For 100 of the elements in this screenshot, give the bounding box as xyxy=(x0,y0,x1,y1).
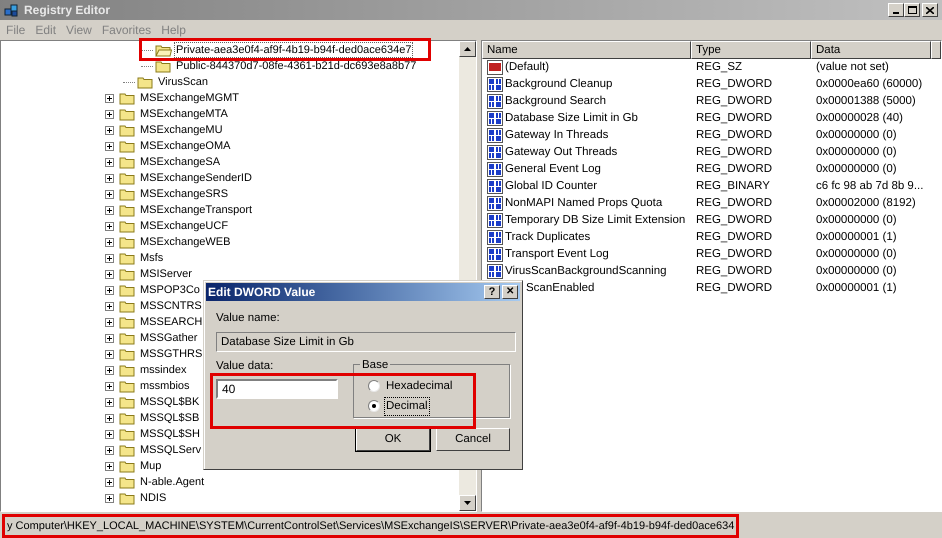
radio-label[interactable]: Decimal xyxy=(385,398,429,415)
value-data-field[interactable]: 40 xyxy=(216,378,338,398)
value-name[interactable]: Global ID Counter xyxy=(505,178,598,196)
tree-item[interactable]: MSExchangeSenderID xyxy=(139,171,253,185)
tree-item[interactable]: MSExchangeTransport xyxy=(139,203,254,217)
tree-item[interactable]: MSExchangeSA xyxy=(139,155,222,169)
expand-icon[interactable] xyxy=(105,286,114,294)
tree-item[interactable]: MSExchangeWEB xyxy=(139,235,232,249)
tree-item[interactable]: MSSCNTRS xyxy=(139,299,203,313)
tree-item[interactable]: MSSGather xyxy=(139,331,198,345)
expand-icon[interactable] xyxy=(105,318,114,326)
expand-icon[interactable] xyxy=(105,494,114,502)
value-name[interactable]: General Event Log xyxy=(505,160,601,178)
expand-icon[interactable] xyxy=(105,110,114,118)
tree-item[interactable]: Msfs xyxy=(139,251,164,265)
expand-icon[interactable] xyxy=(105,158,114,166)
tree-item[interactable]: MSSQL$SB xyxy=(139,411,200,425)
tree-item[interactable]: MSExchangeMU xyxy=(139,123,224,137)
column-header[interactable]: Type xyxy=(691,41,811,59)
value-name-field[interactable]: Database Size Limit in Gb xyxy=(216,332,516,352)
maximize-icon[interactable] xyxy=(904,3,920,17)
expand-icon[interactable] xyxy=(105,238,114,246)
expand-icon[interactable] xyxy=(105,254,114,262)
expand-icon[interactable] xyxy=(105,334,114,342)
tree-item[interactable]: Private-aea3e0f4-af9f-4b19-b94f-ded0ace634e7 xyxy=(175,43,412,57)
value-name[interactable]: Temporary DB Size Limit Extension xyxy=(505,212,686,230)
value-name[interactable]: Background Cleanup xyxy=(505,76,612,94)
tree-item[interactable]: MSExchangeUCF xyxy=(139,219,230,233)
tree-item[interactable]: Public-844370d7-08fe-4361-b21d-dc693e8a8b77 xyxy=(175,59,418,73)
value-name[interactable]: Gateway In Threads xyxy=(505,126,608,144)
dialog-button[interactable]: Cancel xyxy=(436,428,510,452)
value-data: 0x00000000 (0) xyxy=(815,212,897,228)
expand-icon[interactable] xyxy=(105,478,114,486)
expand-icon[interactable] xyxy=(105,302,114,310)
binary-value-icon xyxy=(487,111,503,126)
value-type: REG_DWORD xyxy=(695,280,774,296)
column-header[interactable]: Name xyxy=(482,41,691,59)
value-name[interactable]: (Default) xyxy=(505,58,550,76)
cubes-icon xyxy=(4,2,20,18)
expand-icon[interactable] xyxy=(105,462,114,470)
tree-item[interactable]: MSExchangeSRS xyxy=(139,187,230,201)
tree-item[interactable]: MSSQL$BK xyxy=(139,395,200,409)
value-type: REG_DWORD xyxy=(695,196,774,211)
expand-icon[interactable] xyxy=(105,430,114,438)
tree-item[interactable]: mssindex xyxy=(139,363,188,377)
folder-icon xyxy=(119,364,136,376)
close-icon[interactable] xyxy=(922,3,938,17)
expand-icon[interactable] xyxy=(105,222,114,230)
help-button[interactable]: ? xyxy=(484,285,500,299)
expand-icon[interactable] xyxy=(105,350,114,358)
folder-icon xyxy=(119,220,136,232)
tree-item[interactable]: MSExchangeOMA xyxy=(139,139,232,153)
binary-value-icon xyxy=(487,179,503,194)
expand-icon[interactable] xyxy=(105,174,114,182)
value-name[interactable]: Background Search xyxy=(505,92,606,110)
tree-item[interactable]: NDIS xyxy=(139,491,168,505)
tree-item[interactable]: VirusScan xyxy=(157,75,209,89)
value-name[interactable]: ScanEnabled xyxy=(526,280,594,298)
expand-icon[interactable] xyxy=(105,446,114,454)
expand-icon[interactable] xyxy=(105,126,114,134)
radio-button[interactable] xyxy=(368,380,380,392)
expand-icon[interactable] xyxy=(105,382,114,390)
radio-button[interactable] xyxy=(368,400,380,412)
folder-icon xyxy=(119,252,136,264)
folder-icon xyxy=(119,188,136,200)
tree-item[interactable]: N-able.Agent xyxy=(139,475,206,489)
tree-item[interactable]: MSSQLServ xyxy=(139,443,202,457)
value-name[interactable]: Track Duplicates xyxy=(505,228,590,246)
expand-icon[interactable] xyxy=(105,206,114,214)
radio-label[interactable]: Hexadecimal xyxy=(385,378,454,395)
scroll-down-icon[interactable] xyxy=(459,495,476,511)
tree-item[interactable]: Mup xyxy=(139,459,162,473)
expand-icon[interactable] xyxy=(105,94,114,102)
tree-item[interactable]: MSSQL$SH xyxy=(139,427,201,441)
expand-icon[interactable] xyxy=(105,414,114,422)
expand-icon[interactable] xyxy=(105,190,114,198)
tree-item[interactable]: MSExchangeMTA xyxy=(139,107,229,121)
column-header[interactable]: Data xyxy=(811,41,931,59)
tree-item[interactable]: MSSGTHRS xyxy=(139,347,204,361)
minimize-icon[interactable] xyxy=(888,3,904,17)
dialog-button[interactable]: OK xyxy=(356,428,430,452)
value-name[interactable]: Transport Event Log xyxy=(505,246,609,264)
value-name[interactable]: NonMAPI Named Props Quota xyxy=(505,194,662,212)
folder-icon xyxy=(119,284,136,296)
tree-item[interactable]: MSExchangeMGMT xyxy=(139,91,240,105)
tree-item[interactable]: MSSEARCH xyxy=(139,315,204,329)
value-name[interactable]: Database Size Limit in Gb xyxy=(505,110,638,128)
value-name[interactable]: Gateway Out Threads xyxy=(505,144,618,162)
tree-item[interactable]: MSPOP3Co xyxy=(139,283,201,297)
value-name[interactable]: VirusScanBackgroundScanning xyxy=(505,262,667,280)
scroll-up-icon[interactable] xyxy=(459,41,476,57)
expand-icon[interactable] xyxy=(105,142,114,150)
expand-icon[interactable] xyxy=(105,270,114,278)
tree-item[interactable]: mssmbios xyxy=(139,379,191,393)
folder-icon xyxy=(119,380,136,392)
value-type: REG_DWORD xyxy=(695,162,774,177)
expand-icon[interactable] xyxy=(105,366,114,374)
tree-item[interactable]: MSIServer xyxy=(139,267,193,281)
expand-icon[interactable] xyxy=(105,398,114,406)
close-button[interactable]: ✕ xyxy=(502,285,518,299)
